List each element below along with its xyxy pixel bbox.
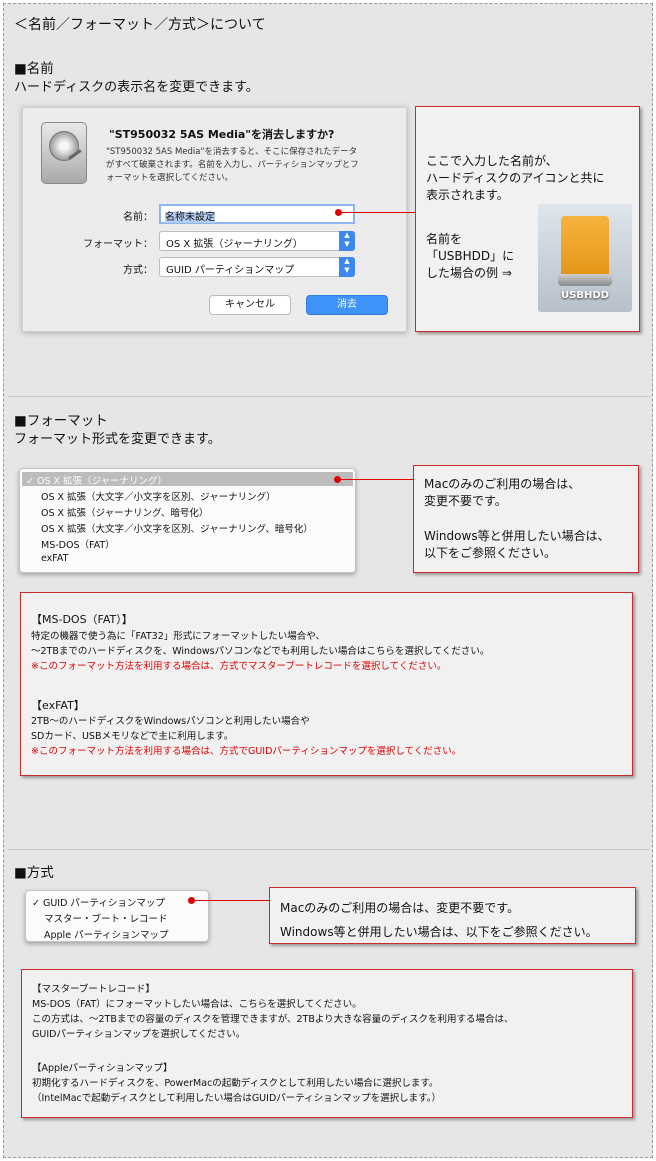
format-popup[interactable]: OS X 拡張（ジャーナリング） ▲ ▼: [159, 231, 355, 251]
scheme-label: 方式：: [123, 265, 153, 276]
dialog-description: "ST950032 5AS Media"を消去すると、そこに保存されたデータ が…: [106, 147, 359, 183]
connector-line: [340, 479, 414, 480]
erase-dialog: "ST950032 5AS Media"を消去しますか? "ST950032 5…: [22, 107, 407, 332]
connector-line: [194, 900, 269, 901]
connector-line: [341, 212, 415, 213]
erase-button[interactable]: 消去: [306, 295, 388, 315]
name-heading: ■名前: [14, 61, 54, 77]
scheme-info-box: 【マスターブートレコード】 MS-DOS（FAT）にフォーマットしたい場合は、こ…: [21, 969, 633, 1118]
page-title: ＜名前／フォーマット／方式＞について: [14, 17, 266, 33]
scheme-option[interactable]: Apple パーティションマップ: [44, 927, 169, 941]
scheme-popup[interactable]: GUID パーティションマップ ▲ ▼: [159, 257, 355, 277]
scheme-menu: ✓ GUID パーティションマップ マスター・ブート・レコード Apple パー…: [25, 890, 209, 942]
format-description: フォーマット形式を変更できます。: [14, 432, 221, 447]
page-container: ＜名前／フォーマット／方式＞について ■名前 ハードディスクの表示名を変更できま…: [3, 3, 653, 1158]
format-option[interactable]: ✓ OS X 拡張（ジャーナリング）: [26, 473, 167, 487]
scheme-note-box: Macのみのご利用の場合は、変更不要です。 Windows等と併用したい場合は、…: [269, 887, 636, 944]
scheme-option[interactable]: ✓ GUID パーティションマップ: [32, 895, 165, 909]
format-option[interactable]: exFAT: [41, 553, 68, 564]
divider: [8, 396, 650, 397]
divider: [8, 849, 650, 850]
name-description: ハードディスクの表示名を変更できます。: [14, 80, 259, 95]
format-info-box: 【MS-DOS（FAT）】 特定の機器で使う為に「FAT32」形式にフォーマット…: [20, 592, 633, 776]
hard-disk-icon: [41, 122, 87, 184]
format-option[interactable]: OS X 拡張（大文字／小文字を区別、ジャーナリング）: [41, 489, 276, 503]
scheme-stepper-icon: ▲ ▼: [339, 257, 355, 277]
format-menu: ✓ OS X 拡張（ジャーナリング） OS X 拡張（大文字／小文字を区別、ジャ…: [19, 468, 356, 573]
format-option[interactable]: OS X 拡張（大文字／小文字を区別、ジャーナリング、暗号化）: [41, 521, 313, 535]
dialog-title: "ST950032 5AS Media"を消去しますか?: [109, 128, 335, 141]
format-option[interactable]: OS X 拡張（ジャーナリング、暗号化）: [41, 505, 208, 519]
format-label: フォーマット：: [83, 239, 153, 250]
usbhdd-drive-icon: USBHDD: [538, 204, 632, 312]
format-heading: ■フォーマット: [14, 413, 108, 429]
format-stepper-icon: ▲ ▼: [339, 231, 355, 251]
cancel-button[interactable]: キャンセル: [209, 295, 291, 315]
name-label: 名前：: [123, 212, 153, 223]
name-field[interactable]: 名称未設定: [159, 204, 355, 224]
scheme-heading: ■方式: [14, 865, 54, 881]
format-note-box: Macのみのご利用の場合は、 変更不要です。 Windows等と併用したい場合は…: [413, 465, 639, 573]
scheme-option[interactable]: マスター・ブート・レコード: [44, 911, 168, 925]
format-option[interactable]: MS-DOS（FAT）: [41, 537, 115, 551]
